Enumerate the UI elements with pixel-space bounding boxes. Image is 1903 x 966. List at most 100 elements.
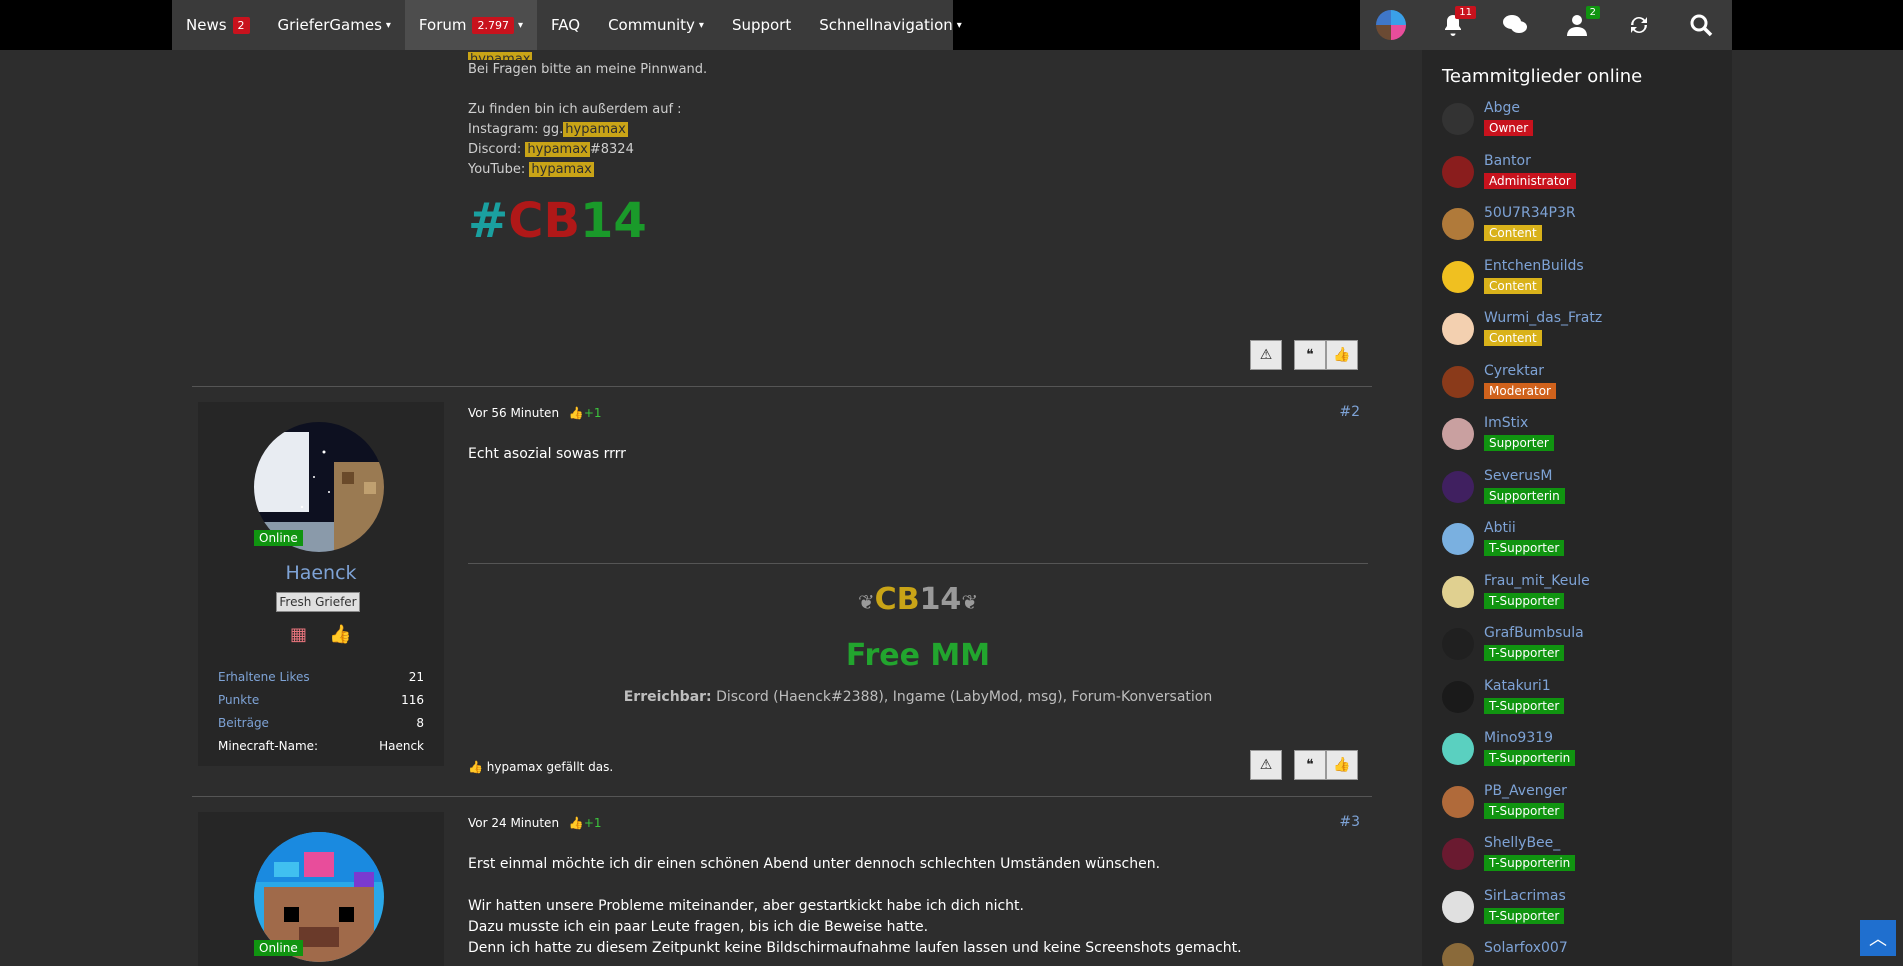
thumbs-up-icon[interactable]: 👍	[329, 624, 351, 645]
member-name[interactable]: Solarfox007	[1484, 939, 1568, 957]
like-button[interactable]: 👍	[1326, 750, 1358, 780]
avatar[interactable]	[1442, 733, 1474, 765]
author-name[interactable]: Haenck	[198, 562, 444, 584]
member-name[interactable]: PB_Avenger	[1484, 782, 1567, 800]
team-member[interactable]: Abge Owner	[1442, 99, 1712, 152]
nav-support[interactable]: Support	[718, 0, 805, 50]
avatar[interactable]	[1442, 155, 1474, 188]
avatar[interactable]	[1442, 260, 1474, 293]
team-member[interactable]: 50U7R34P3R Content	[1442, 204, 1712, 257]
conversations-button[interactable]	[1498, 8, 1532, 42]
avatar[interactable]	[1442, 628, 1474, 660]
team-member[interactable]: Frau_mit_Keule T-Supporter	[1442, 572, 1712, 625]
quote-button[interactable]: ❝	[1294, 340, 1326, 370]
post-number[interactable]: #3	[1339, 814, 1360, 830]
nav-faq-label: FAQ	[551, 16, 581, 34]
member-role-badge: Content	[1484, 277, 1542, 294]
avatar[interactable]	[1442, 313, 1474, 345]
member-name[interactable]: SirLacrimas	[1484, 887, 1566, 905]
notifications-button[interactable]: 11	[1436, 6, 1476, 42]
user-icons: ▦ 👍	[290, 624, 351, 645]
member-name[interactable]: Cyrektar	[1484, 362, 1556, 380]
post-time[interactable]: Vor 56 Minuten	[468, 406, 559, 420]
team-member[interactable]: Mino9319 T-Supporterin	[1442, 729, 1712, 782]
nav-community[interactable]: Community ▾	[594, 0, 718, 50]
team-member[interactable]: Bantor Administrator	[1442, 152, 1712, 205]
stat-label[interactable]: Erhaltene Likes	[218, 670, 310, 684]
avatar[interactable]	[1442, 418, 1474, 450]
search-button[interactable]	[1684, 8, 1718, 42]
member-name[interactable]: Bantor	[1484, 152, 1576, 170]
team-member[interactable]: SirLacrimas T-Supporter	[1442, 887, 1712, 940]
report-button[interactable]: ⚠	[1250, 750, 1282, 780]
user-avatar-button[interactable]	[1374, 8, 1408, 42]
avatar[interactable]	[1442, 785, 1474, 818]
avatar[interactable]	[1442, 365, 1474, 398]
member-name[interactable]: GrafBumbsula	[1484, 624, 1584, 642]
post-2-meta: Vor 56 Minuten 👍+1	[468, 406, 602, 420]
nav-griefergames[interactable]: GrieferGames ▾	[264, 0, 405, 50]
youtube-handle[interactable]: hypamax	[529, 162, 594, 177]
warning-icon: ⚠	[1259, 347, 1273, 363]
friends-button[interactable]: 2	[1560, 6, 1600, 42]
avatar[interactable]	[1442, 680, 1474, 713]
sig-discord: Discord: hypamax #8324	[468, 140, 1368, 160]
member-name[interactable]: Frau_mit_Keule	[1484, 572, 1590, 590]
like-button[interactable]: 👍	[1326, 340, 1358, 370]
avatar[interactable]	[1442, 838, 1474, 870]
post-number[interactable]: #2	[1339, 404, 1360, 420]
member-name[interactable]: Mino9319	[1484, 729, 1575, 747]
nav-forum[interactable]: Forum 2.797 ▾	[404, 0, 538, 50]
quote-button[interactable]: ❝	[1294, 750, 1326, 780]
team-member[interactable]: EntchenBuilds Content	[1442, 257, 1712, 310]
instagram-handle[interactable]: hypamax	[563, 122, 628, 137]
calendar-icon[interactable]: ▦	[290, 624, 307, 645]
member-name[interactable]: Wurmi_das_Fratz	[1484, 309, 1602, 327]
stat-label[interactable]: Punkte	[218, 693, 259, 707]
team-member[interactable]: PB_Avenger T-Supporter	[1442, 782, 1712, 835]
team-member[interactable]: ImStix Supporter	[1442, 414, 1712, 467]
team-member[interactable]: Solarfox007	[1442, 939, 1712, 966]
team-member[interactable]: Wurmi_das_Fratz Content	[1442, 309, 1712, 362]
team-member[interactable]: Cyrektar Moderator	[1442, 362, 1712, 415]
scroll-to-top-button[interactable]: ︿	[1860, 920, 1896, 956]
avatar[interactable]	[1442, 103, 1474, 135]
chevron-down-icon: ▾	[956, 19, 962, 31]
member-role-badge: T-Supporter	[1484, 697, 1565, 714]
sig-cb-letters: CB	[874, 582, 920, 617]
member-name[interactable]: ImStix	[1484, 414, 1554, 432]
nav-faq[interactable]: FAQ	[537, 0, 594, 50]
team-member[interactable]: ShellyBee_ T-Supporterin	[1442, 834, 1712, 887]
team-member[interactable]: Katakuri1 T-Supporter	[1442, 677, 1712, 730]
nav-news[interactable]: News 2	[172, 0, 264, 50]
avatar[interactable]	[1442, 575, 1474, 608]
member-name[interactable]: 50U7R34P3R	[1484, 204, 1576, 222]
member-role-badge: T-Supporter	[1484, 645, 1565, 661]
member-name[interactable]: SeverusM	[1484, 467, 1565, 485]
team-member[interactable]: SeverusM Supporterin	[1442, 467, 1712, 520]
avatar[interactable]	[1442, 523, 1474, 555]
member-name[interactable]: Abtii	[1484, 519, 1564, 537]
member-name[interactable]: EntchenBuilds	[1484, 257, 1584, 275]
stat-label[interactable]: Beiträge	[218, 716, 269, 730]
post-time[interactable]: Vor 24 Minuten	[468, 816, 559, 830]
member-name[interactable]: Katakuri1	[1484, 677, 1564, 695]
avatar[interactable]	[1442, 208, 1474, 240]
nav-schnellnavigation[interactable]: Schnellnavigation ▾	[805, 0, 976, 50]
avatar[interactable]	[1442, 943, 1474, 966]
nav-support-label: Support	[731, 16, 792, 34]
member-name[interactable]: Abge	[1484, 99, 1533, 117]
sig-reach-value: Discord (Haenck#2388), Ingame (LabyMod, …	[711, 689, 1213, 705]
avatar[interactable]	[1442, 470, 1474, 503]
clipped-highlight: hypamax	[468, 52, 533, 60]
team-member[interactable]: GrafBumbsula T-Supporter	[1442, 624, 1712, 677]
discord-handle: hypamax	[525, 142, 590, 157]
thread-content: hypamax Bei Fragen bitte an meine Pinnwa…	[192, 50, 1372, 966]
nav-news-label: News	[186, 16, 227, 34]
avatar[interactable]	[1442, 890, 1474, 923]
report-button[interactable]: ⚠	[1250, 340, 1282, 370]
team-member[interactable]: Abtii T-Supporter	[1442, 519, 1712, 572]
refresh-button[interactable]	[1622, 8, 1656, 42]
liked-by-text[interactable]: hypamax gefällt das.	[487, 760, 613, 774]
member-name[interactable]: ShellyBee_	[1484, 834, 1575, 852]
